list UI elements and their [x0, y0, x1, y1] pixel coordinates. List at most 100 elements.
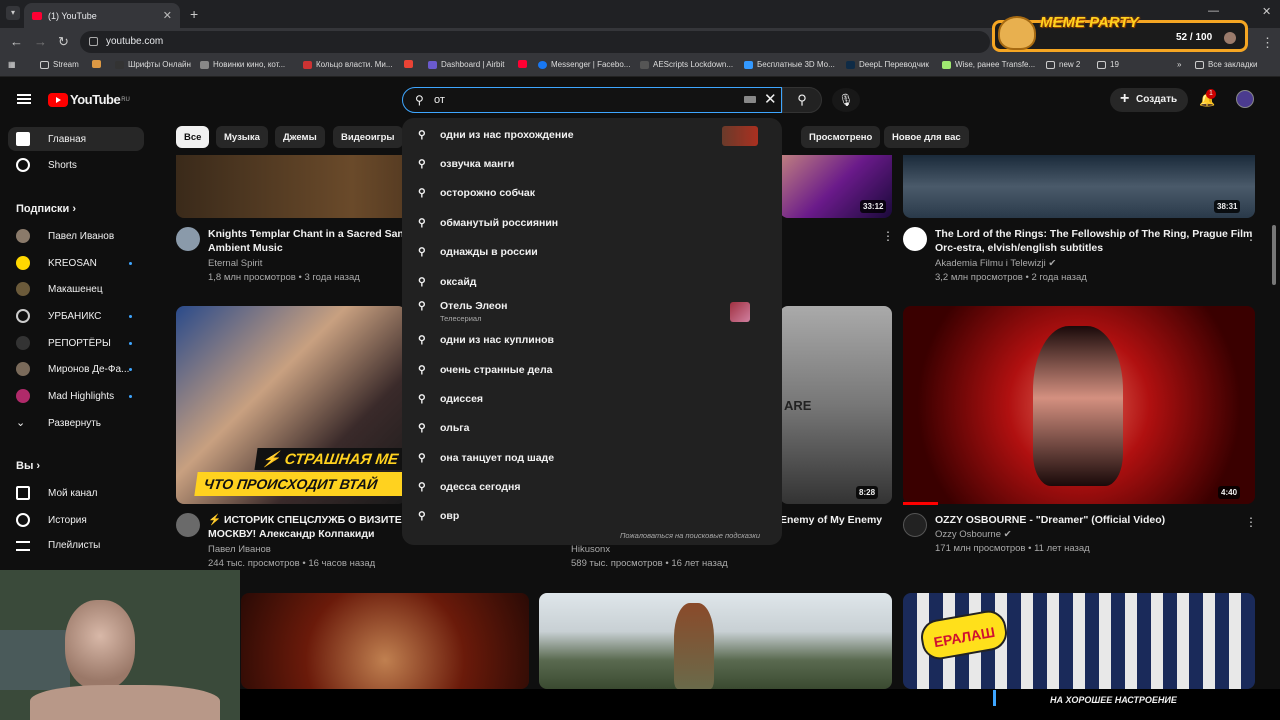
sidebar-item-history[interactable]: История: [16, 513, 87, 527]
sidebar-expand[interactable]: ⌄ Развернуть: [16, 416, 101, 430]
channel-avatar[interactable]: [903, 513, 927, 537]
suggestion-item[interactable]: ⚲ осторожно собчак: [418, 187, 535, 199]
sidebar-sub[interactable]: Миронов Де-Фа...: [16, 362, 132, 376]
channel-name[interactable]: Ozzy Osbourne ✔: [935, 528, 1012, 542]
suggestion-item[interactable]: ⚲ озвучка манги: [418, 158, 514, 170]
bookmark-item[interactable]: DeepL Переводчик: [846, 60, 929, 69]
suggestion-item[interactable]: ⚲ она танцует под шаде: [418, 452, 554, 464]
suggestion-item[interactable]: ⚲ одни из нас куплинов: [418, 334, 554, 346]
video-thumbnail[interactable]: [903, 306, 1255, 504]
chip[interactable]: Джемы: [275, 126, 325, 148]
suggestion-item[interactable]: ⚲ обманутый россиянин: [418, 217, 558, 229]
close-window-icon[interactable]: ✕: [1262, 5, 1271, 18]
channel-avatar[interactable]: [903, 227, 927, 251]
report-suggestions-link[interactable]: Пожаловаться на поисковые подсказки: [620, 531, 760, 540]
mic-icon[interactable]: 🎙: [832, 88, 860, 112]
suggestion-item[interactable]: ⚲ одни из нас прохождение: [418, 129, 574, 141]
bookmark-item[interactable]: Dashboard | Airbit: [428, 60, 504, 69]
subscriptions-header[interactable]: Подписки ›: [16, 203, 76, 215]
url-field[interactable]: youtube.com: [80, 31, 990, 53]
sidebar-sub[interactable]: Mad Highlights: [16, 389, 132, 403]
search-button[interactable]: ⚲: [782, 87, 822, 113]
video-thumbnail[interactable]: ЕРАЛАШ: [903, 593, 1255, 689]
video-thumbnail[interactable]: [903, 155, 1255, 218]
suggestion-item[interactable]: ⚲ овр: [418, 510, 459, 522]
suggestion-item[interactable]: ⚲ одесса сегодня: [418, 481, 521, 493]
youtube-bookmark[interactable]: [518, 60, 531, 68]
all-bookmarks[interactable]: Все закладки: [1195, 60, 1257, 69]
channel-name[interactable]: Павел Иванов: [208, 543, 271, 557]
channel-name[interactable]: Hikusonx: [571, 543, 610, 557]
sidebar-item-shorts[interactable]: Shorts: [16, 158, 77, 172]
suggestion-item[interactable]: ⚲ очень странные дела: [418, 364, 552, 376]
youtube-logo[interactable]: YouTube RU: [48, 92, 130, 107]
video-thumbnail[interactable]: ⚡ СТРАШНАЯ МЕ ЧТО ПРОИСХОДИТ ВТАЙ: [176, 306, 406, 504]
minimize-icon[interactable]: —: [1208, 5, 1219, 17]
sidebar-sub[interactable]: Павел Иванов: [16, 229, 114, 243]
chip[interactable]: Просмотрено: [801, 126, 881, 148]
sidebar-item-home[interactable]: Главная: [8, 127, 144, 151]
sidebar-sub[interactable]: KREOSAN: [16, 256, 132, 270]
chip-all[interactable]: Все: [176, 126, 210, 148]
video-thumbnail[interactable]: ARE: [780, 306, 892, 504]
chip[interactable]: Видеоигры: [333, 126, 403, 148]
bookmark-item[interactable]: Stream: [40, 60, 79, 69]
channel-name[interactable]: Akademia Filmu i Telewizji ✔: [935, 257, 1056, 271]
suggestion-item[interactable]: ⚲ Отель Элеон: [418, 300, 508, 312]
close-tab-icon[interactable]: ✕: [163, 9, 172, 22]
video-title[interactable]: Knights Templar Chant in a Sacred Sanct A…: [208, 227, 413, 255]
more-actions-icon[interactable]: ⋮: [1245, 229, 1257, 243]
clear-search-icon[interactable]: ✕: [764, 90, 777, 108]
video-thumbnail[interactable]: [539, 593, 892, 689]
forward-icon[interactable]: →: [34, 34, 47, 49]
channel-avatar[interactable]: [176, 513, 200, 537]
video-thumbnail[interactable]: [241, 593, 529, 689]
suggestion-item[interactable]: ⚲ одиссея: [418, 393, 483, 405]
video-title[interactable]: The Lord of the Rings: The Fellowship of…: [935, 227, 1252, 255]
sidebar-sub[interactable]: УРБАНИКС: [16, 309, 132, 323]
new-tab-icon[interactable]: +: [190, 6, 198, 22]
scrollbar[interactable]: [1272, 225, 1276, 285]
suggestion-item[interactable]: ⚲ оксайд: [418, 276, 476, 288]
chip[interactable]: Новое для вас: [884, 126, 969, 148]
you-header[interactable]: Вы ›: [16, 460, 40, 472]
site-info-icon[interactable]: [89, 37, 98, 46]
tab-search-button[interactable]: ▾: [6, 6, 20, 20]
search-input[interactable]: ⚲ от ✕: [402, 87, 782, 113]
video-title[interactable]: OZZY OSBOURNE - "Dreamer" (Official Vide…: [935, 513, 1165, 527]
bookmark-folder[interactable]: new 2: [1046, 60, 1080, 69]
bookmark-folder[interactable]: 19: [1097, 60, 1119, 69]
bookmark-item[interactable]: [92, 60, 105, 68]
channel-name[interactable]: Eternal Spirit: [208, 257, 262, 271]
menu-icon[interactable]: [17, 94, 31, 104]
channel-avatar[interactable]: [176, 227, 200, 251]
chip[interactable]: Музыка: [216, 126, 268, 148]
more-actions-icon[interactable]: ⋮: [882, 229, 894, 243]
bookmark-item[interactable]: Кольцо власти. Ми...: [303, 60, 393, 69]
keyboard-icon[interactable]: [744, 96, 756, 103]
video-title[interactable]: Enemy of My Enemy: [780, 513, 882, 527]
reload-icon[interactable]: ↻: [58, 34, 69, 50]
browser-menu-icon[interactable]: ⋮: [1261, 35, 1274, 51]
apps-icon[interactable]: ▦: [8, 60, 16, 69]
avatar[interactable]: [1236, 90, 1254, 108]
back-icon[interactable]: ←: [10, 34, 23, 49]
suggestion-item[interactable]: ⚲ ольга: [418, 422, 470, 434]
sidebar-sub[interactable]: Макашенец: [16, 282, 103, 296]
gmail-bookmark[interactable]: [404, 60, 417, 68]
sidebar-item-playlists[interactable]: Плейлисты: [16, 540, 100, 551]
browser-tab[interactable]: (1) YouTube ✕: [24, 3, 180, 28]
create-button[interactable]: Создать: [1110, 88, 1188, 112]
sidebar-sub[interactable]: РЕПОРТЁРЫ: [16, 336, 132, 350]
bookmark-item[interactable]: Бесплатные 3D Мо...: [744, 60, 835, 69]
video-title[interactable]: ⚡ ИСТОРИК СПЕЦСЛУЖБ О ВИЗИТЕ П МОСКВУ! Ал…: [208, 513, 412, 541]
bookmark-item[interactable]: Шрифты Онлайн: [115, 60, 191, 69]
suggestion-item[interactable]: ⚲ однажды в россии: [418, 246, 538, 258]
sidebar-item-my-channel[interactable]: Мой канал: [16, 486, 97, 500]
bookmark-item[interactable]: AEScripts Lockdown...: [640, 60, 733, 69]
bookmark-item[interactable]: Messenger | Facebo...: [538, 60, 630, 69]
more-bookmarks-icon[interactable]: »: [1177, 60, 1181, 69]
bookmark-item[interactable]: Wise, ранее Transfe...: [942, 60, 1035, 69]
more-actions-icon[interactable]: ⋮: [1245, 515, 1257, 529]
bookmark-item[interactable]: Новинки кино, кот...: [200, 60, 285, 69]
